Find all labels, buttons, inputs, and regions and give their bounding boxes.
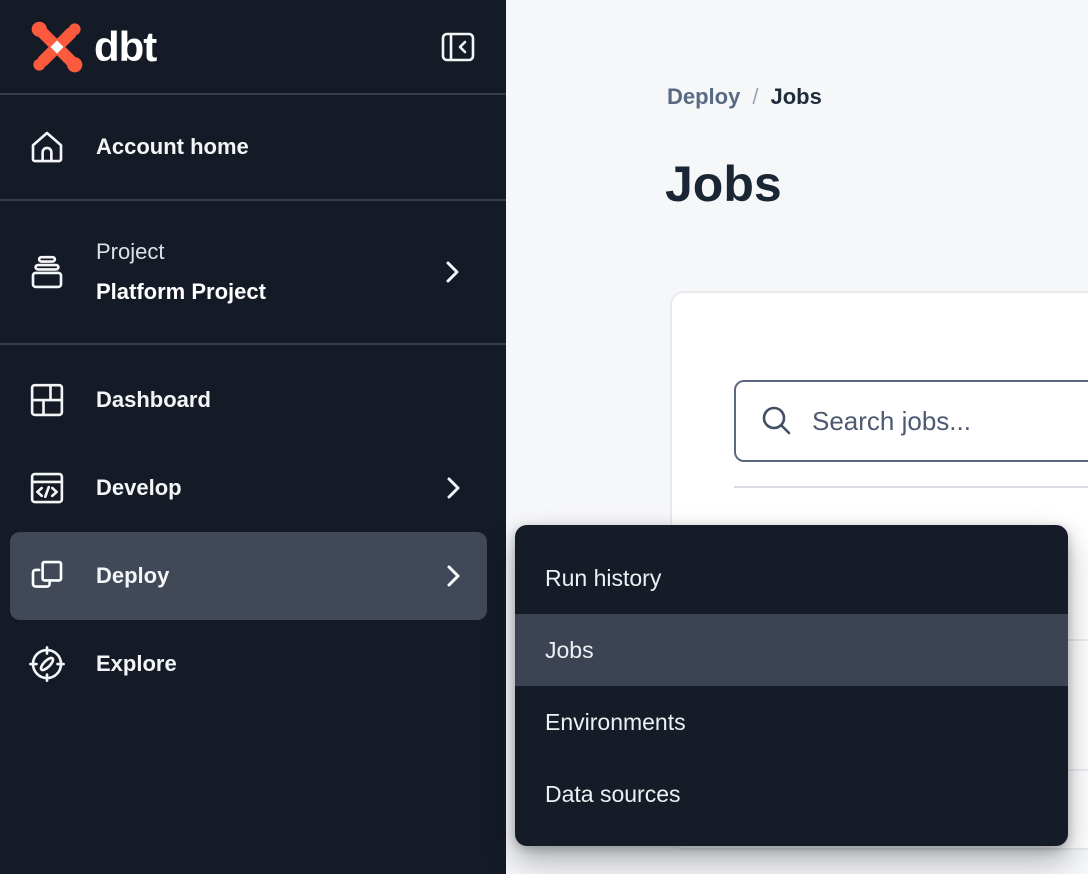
dbt-logo-icon bbox=[28, 20, 86, 74]
chevron-right-icon bbox=[443, 563, 463, 589]
project-stack-icon bbox=[25, 250, 69, 294]
sidebar-item-deploy[interactable]: Deploy bbox=[10, 532, 487, 620]
sidebar-item-explore[interactable]: Explore bbox=[10, 620, 487, 708]
deploy-submenu: Run history Jobs Environments Data sourc… bbox=[515, 525, 1068, 846]
breadcrumb-separator: / bbox=[752, 84, 758, 110]
page-title: Jobs bbox=[665, 152, 782, 216]
chevron-right-icon bbox=[443, 475, 463, 501]
sidebar-header: dbt bbox=[0, 0, 506, 95]
sidebar-nav: Dashboard Develop bbox=[0, 345, 506, 708]
sidebar-item-project[interactable]: Project Platform Project bbox=[0, 201, 506, 345]
sidebar-item-dashboard[interactable]: Dashboard bbox=[10, 356, 487, 444]
deploy-label: Deploy bbox=[96, 563, 169, 589]
compass-icon bbox=[25, 642, 69, 686]
deploy-icon bbox=[25, 554, 69, 598]
breadcrumb-current: Jobs bbox=[770, 84, 821, 110]
dashboard-icon bbox=[25, 378, 69, 422]
develop-label: Develop bbox=[96, 475, 182, 501]
account-home-label: Account home bbox=[96, 134, 249, 160]
develop-icon bbox=[25, 466, 69, 510]
collapse-sidebar-button[interactable] bbox=[438, 27, 478, 67]
collapse-sidebar-icon bbox=[439, 28, 477, 66]
menu-item-environments[interactable]: Environments bbox=[515, 686, 1068, 758]
project-label: Project bbox=[96, 232, 266, 272]
sidebar: dbt Account home Project bbox=[0, 0, 506, 874]
search-icon bbox=[760, 404, 794, 438]
project-name: Platform Project bbox=[96, 272, 266, 312]
sidebar-item-account-home[interactable]: Account home bbox=[0, 95, 506, 201]
breadcrumb: Deploy / Jobs bbox=[667, 84, 822, 110]
breadcrumb-deploy-link[interactable]: Deploy bbox=[667, 84, 740, 110]
home-icon bbox=[25, 125, 69, 169]
menu-item-run-history[interactable]: Run history bbox=[515, 542, 1068, 614]
dbt-wordmark: dbt bbox=[94, 23, 156, 71]
dashboard-label: Dashboard bbox=[96, 387, 211, 413]
explore-label: Explore bbox=[96, 651, 177, 677]
project-text: Project Platform Project bbox=[96, 232, 266, 312]
sidebar-item-develop[interactable]: Develop bbox=[10, 444, 487, 532]
search-input[interactable] bbox=[812, 382, 1088, 460]
menu-item-jobs[interactable]: Jobs bbox=[515, 614, 1068, 686]
search-divider bbox=[734, 486, 1088, 488]
chevron-right-icon bbox=[442, 259, 462, 285]
menu-item-data-sources[interactable]: Data sources bbox=[515, 758, 1068, 830]
search-box bbox=[734, 380, 1088, 462]
